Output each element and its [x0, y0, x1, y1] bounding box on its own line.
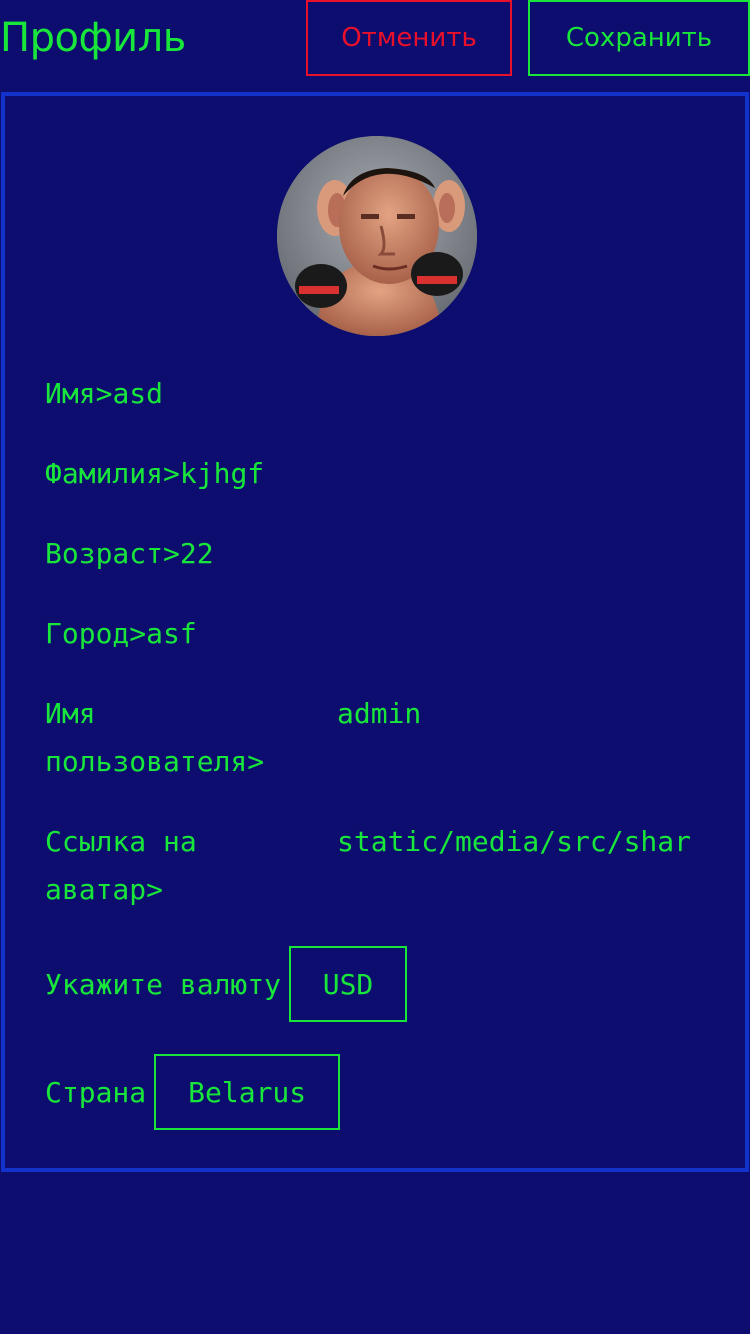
- currency-row: Укажите валюту USD: [45, 946, 408, 1022]
- age-value[interactable]: 22: [180, 537, 214, 570]
- city-label: Город: [45, 617, 130, 650]
- first-name-row: Имя>asd: [45, 370, 163, 418]
- age-row: Возраст>22: [45, 530, 214, 578]
- avatar: [277, 136, 477, 336]
- avatar-link-label: Ссылка на аватар>: [45, 825, 197, 906]
- country-select[interactable]: Belarus: [154, 1054, 341, 1130]
- country-label: Страна: [45, 1075, 147, 1109]
- age-label: Возраст: [45, 537, 164, 570]
- country-row: Страна Belarus: [45, 1054, 341, 1130]
- avatar-image-icon: [277, 136, 477, 336]
- city-row: Город>asf: [45, 610, 197, 658]
- last-name-label: Фамилия: [45, 457, 164, 490]
- cancel-button[interactable]: Отменить: [306, 0, 512, 76]
- page-title: Профиль: [0, 15, 186, 61]
- currency-label: Укажите валюту: [45, 967, 282, 1001]
- city-separator: >: [129, 617, 147, 650]
- first-name-separator: >: [95, 377, 113, 410]
- save-button[interactable]: Сохранить: [528, 0, 750, 76]
- last-name-separator: >: [163, 457, 180, 490]
- username-label: Имя пользователя>: [45, 697, 265, 778]
- avatar-link-row: Ссылка на аватар> static/media/src/shar: [45, 818, 745, 918]
- header: Профиль Отменить Сохранить: [0, 0, 750, 80]
- currency-select[interactable]: USD: [289, 946, 408, 1022]
- city-value[interactable]: asf: [146, 617, 197, 650]
- avatar-link-value[interactable]: static/media/src/shar: [337, 818, 717, 866]
- last-name-value[interactable]: kjhgf: [180, 457, 264, 490]
- age-separator: >: [163, 537, 180, 570]
- last-name-row: Фамилия>kjhgf: [45, 450, 264, 498]
- first-name-value[interactable]: asd: [112, 377, 163, 410]
- username-value[interactable]: admin: [337, 690, 717, 738]
- first-name-label: Имя: [45, 377, 96, 410]
- profile-card: Имя>asd Фамилия>kjhgf Возраст>22 Город>a…: [1, 92, 749, 1172]
- username-row: Имя пользователя> admin: [45, 690, 745, 790]
